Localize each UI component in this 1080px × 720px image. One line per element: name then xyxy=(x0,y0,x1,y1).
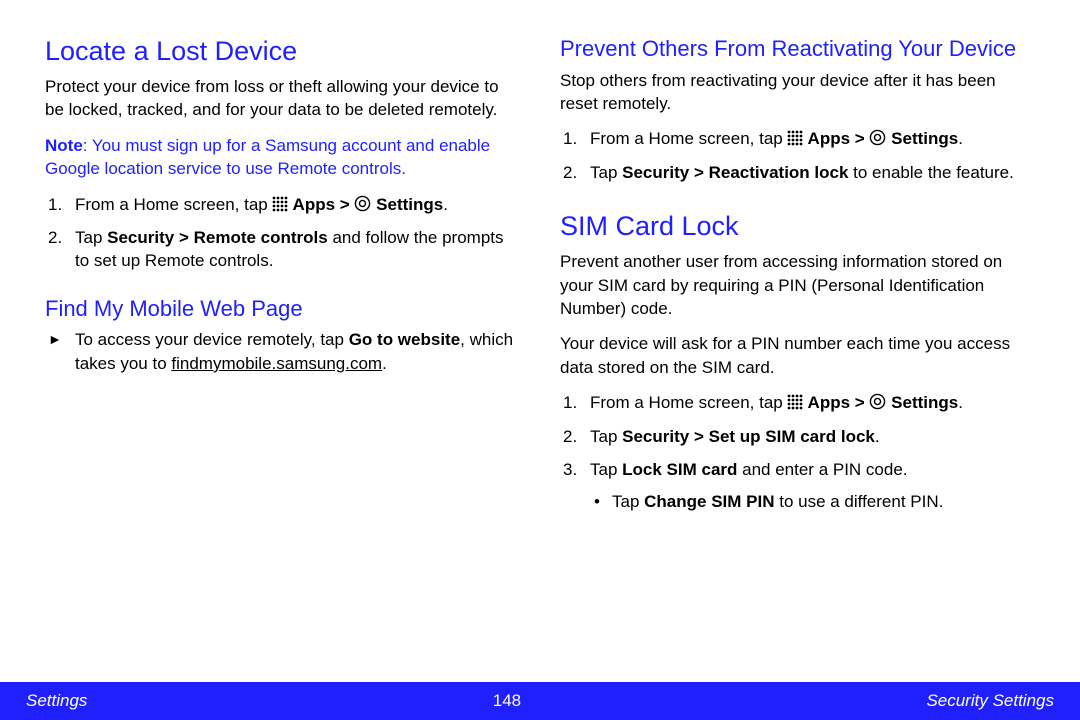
step-text: From a Home screen, tap xyxy=(590,129,787,148)
left-column: Locate a Lost Device Protect your device… xyxy=(45,35,520,648)
locate-steps-list: From a Home screen, tap Apps > Settings.… xyxy=(45,193,520,273)
note-text: : You must sign up for a Samsung account… xyxy=(45,136,490,178)
step-bold: Security > Set up SIM card lock xyxy=(622,427,875,446)
apps-label: Apps > xyxy=(803,393,869,412)
sim-paragraph-1: Prevent another user from accessing info… xyxy=(560,250,1035,320)
settings-label: Settings xyxy=(371,195,443,214)
step-text: and enter a PIN code. xyxy=(737,460,907,479)
sim-step-2: Tap Security > Set up SIM card lock. xyxy=(560,425,1035,448)
step-text: . xyxy=(875,427,880,446)
find-mobile-list: To access your device remotely, tap Go t… xyxy=(45,328,520,375)
footer-right: Security Settings xyxy=(926,691,1054,711)
document-page: Locate a Lost Device Protect your device… xyxy=(0,0,1080,720)
apps-grid-icon xyxy=(787,130,803,146)
page-number: 148 xyxy=(493,691,521,711)
two-column-layout: Locate a Lost Device Protect your device… xyxy=(0,0,1080,648)
step-text: From a Home screen, tap xyxy=(590,393,787,412)
page-footer: Settings 148 Security Settings xyxy=(0,682,1080,720)
settings-label: Settings xyxy=(886,129,958,148)
step-bold: Security > Remote controls xyxy=(107,228,328,247)
settings-gear-icon xyxy=(869,393,886,410)
locate-step-2: Tap Security > Remote controls and follo… xyxy=(45,226,520,273)
footer-left: Settings xyxy=(26,691,87,711)
sim-sub-list: Tap Change SIM PIN to use a different PI… xyxy=(590,490,1035,513)
note-label: Note xyxy=(45,136,83,155)
text: To access your device remotely, tap xyxy=(75,330,349,349)
sim-steps-list: From a Home screen, tap Apps > Settings.… xyxy=(560,391,1035,513)
go-to-website-label: Go to website xyxy=(349,330,460,349)
sim-sub-item: Tap Change SIM PIN to use a different PI… xyxy=(590,490,1035,513)
step-bold: Security > Reactivation lock xyxy=(622,163,848,182)
find-mobile-item: To access your device remotely, tap Go t… xyxy=(45,328,520,375)
apps-grid-icon xyxy=(787,394,803,410)
bold: Change SIM PIN xyxy=(644,492,774,511)
text: . xyxy=(382,354,387,373)
sim-paragraph-2: Your device will ask for a PIN number ea… xyxy=(560,332,1035,379)
step-bold: Lock SIM card xyxy=(622,460,737,479)
heading-locate-lost-device: Locate a Lost Device xyxy=(45,35,520,69)
sim-step-1: From a Home screen, tap Apps > Settings. xyxy=(560,391,1035,414)
right-column: Prevent Others From Reactivating Your De… xyxy=(560,35,1035,648)
intro-paragraph: Protect your device from loss or theft a… xyxy=(45,75,520,122)
apps-label: Apps > xyxy=(288,195,354,214)
step-text: Tap xyxy=(590,427,622,446)
sim-step-3: Tap Lock SIM card and enter a PIN code. … xyxy=(560,458,1035,513)
heading-prevent-reactivating: Prevent Others From Reactivating Your De… xyxy=(560,35,1035,63)
prevent-steps-list: From a Home screen, tap Apps > Settings.… xyxy=(560,127,1035,184)
text: Tap xyxy=(612,492,644,511)
heading-find-my-mobile: Find My Mobile Web Page xyxy=(45,295,520,323)
step-text: Tap xyxy=(590,163,622,182)
prevent-step-1: From a Home screen, tap Apps > Settings. xyxy=(560,127,1035,150)
locate-step-1: From a Home screen, tap Apps > Settings. xyxy=(45,193,520,216)
step-text: to enable the feature. xyxy=(848,163,1013,182)
step-text: Tap xyxy=(590,460,622,479)
prevent-step-2: Tap Security > Reactivation lock to enab… xyxy=(560,161,1035,184)
text: to use a different PIN. xyxy=(775,492,944,511)
apps-label: Apps > xyxy=(803,129,869,148)
heading-sim-card-lock: SIM Card Lock xyxy=(560,210,1035,244)
prevent-intro: Stop others from reactivating your devic… xyxy=(560,69,1035,116)
settings-gear-icon xyxy=(869,129,886,146)
step-text: From a Home screen, tap xyxy=(75,195,272,214)
step-text: Tap xyxy=(75,228,107,247)
apps-grid-icon xyxy=(272,196,288,212)
note-paragraph: Note: You must sign up for a Samsung acc… xyxy=(45,134,520,181)
findmymobile-link[interactable]: findmymobile.samsung.com xyxy=(171,354,382,373)
settings-gear-icon xyxy=(354,195,371,212)
settings-label: Settings xyxy=(886,393,958,412)
